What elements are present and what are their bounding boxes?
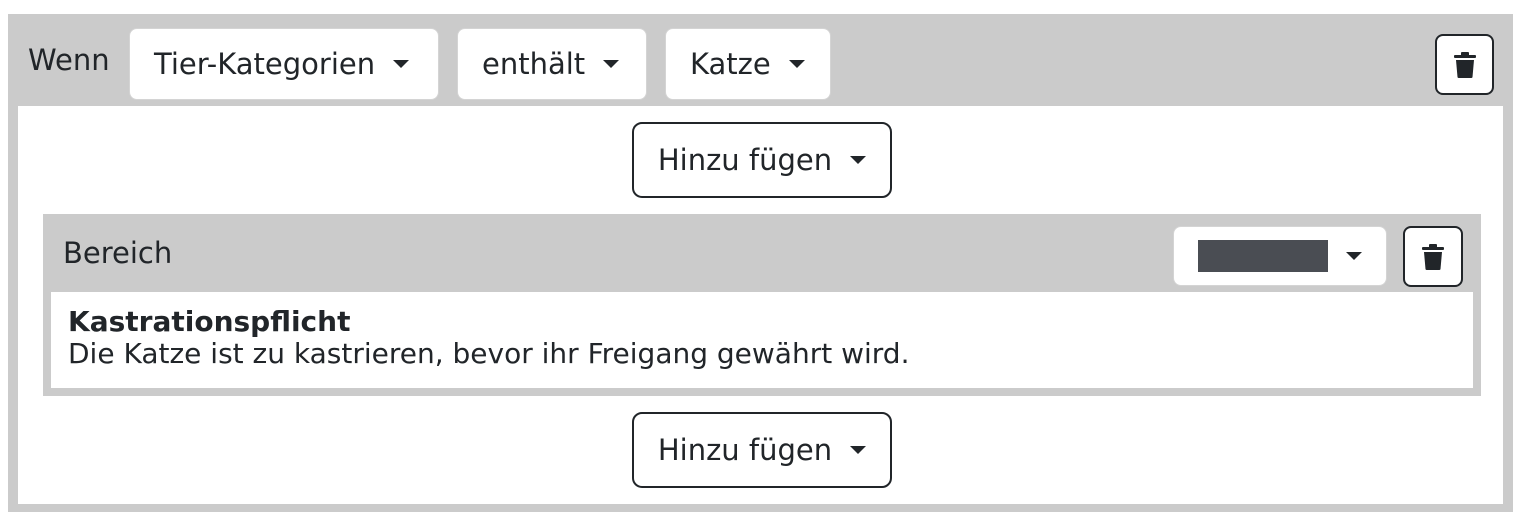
chevron-down-icon [850,446,867,454]
section-body: Kastrationspflicht Die Katze ist zu kast… [51,292,1473,388]
delete-condition-button[interactable] [1435,34,1494,95]
trash-icon [1422,243,1444,270]
condition-block: Wenn Tier-Kategorien enthält Katze Hinzu… [8,14,1513,512]
color-select[interactable] [1173,226,1387,286]
add-button-label: Hinzu fügen [657,433,833,467]
rule-text: Die Katze ist zu kastrieren, bevor ihr F… [68,337,910,370]
chevron-down-icon [788,60,805,68]
delete-section-button[interactable] [1403,226,1463,287]
trash-icon [1453,51,1476,78]
operator-select[interactable]: enthält [457,28,647,100]
chevron-down-icon [603,60,620,68]
color-swatch [1198,240,1328,272]
section-block: Bereich Kastrationspflicht Die Katze ist… [43,214,1481,396]
field-select-label: Tier-Kategorien [154,47,376,81]
field-select[interactable]: Tier-Kategorien [129,28,439,100]
rule-title: Kastrationspflicht [68,305,351,338]
section-title: Bereich [63,236,173,270]
value-select-label: Katze [690,47,771,81]
add-button-bottom[interactable]: Hinzu fügen [632,412,892,488]
add-button-label: Hinzu fügen [657,143,833,177]
chevron-down-icon [393,60,410,68]
condition-label: Wenn [28,43,110,77]
chevron-down-icon [850,156,867,164]
add-button-top[interactable]: Hinzu fügen [632,122,892,198]
operator-select-label: enthält [482,47,586,81]
value-select[interactable]: Katze [665,28,831,100]
chevron-down-icon [1346,252,1362,260]
condition-content: Hinzu fügen Bereich Kastrationspflicht D… [18,106,1503,504]
